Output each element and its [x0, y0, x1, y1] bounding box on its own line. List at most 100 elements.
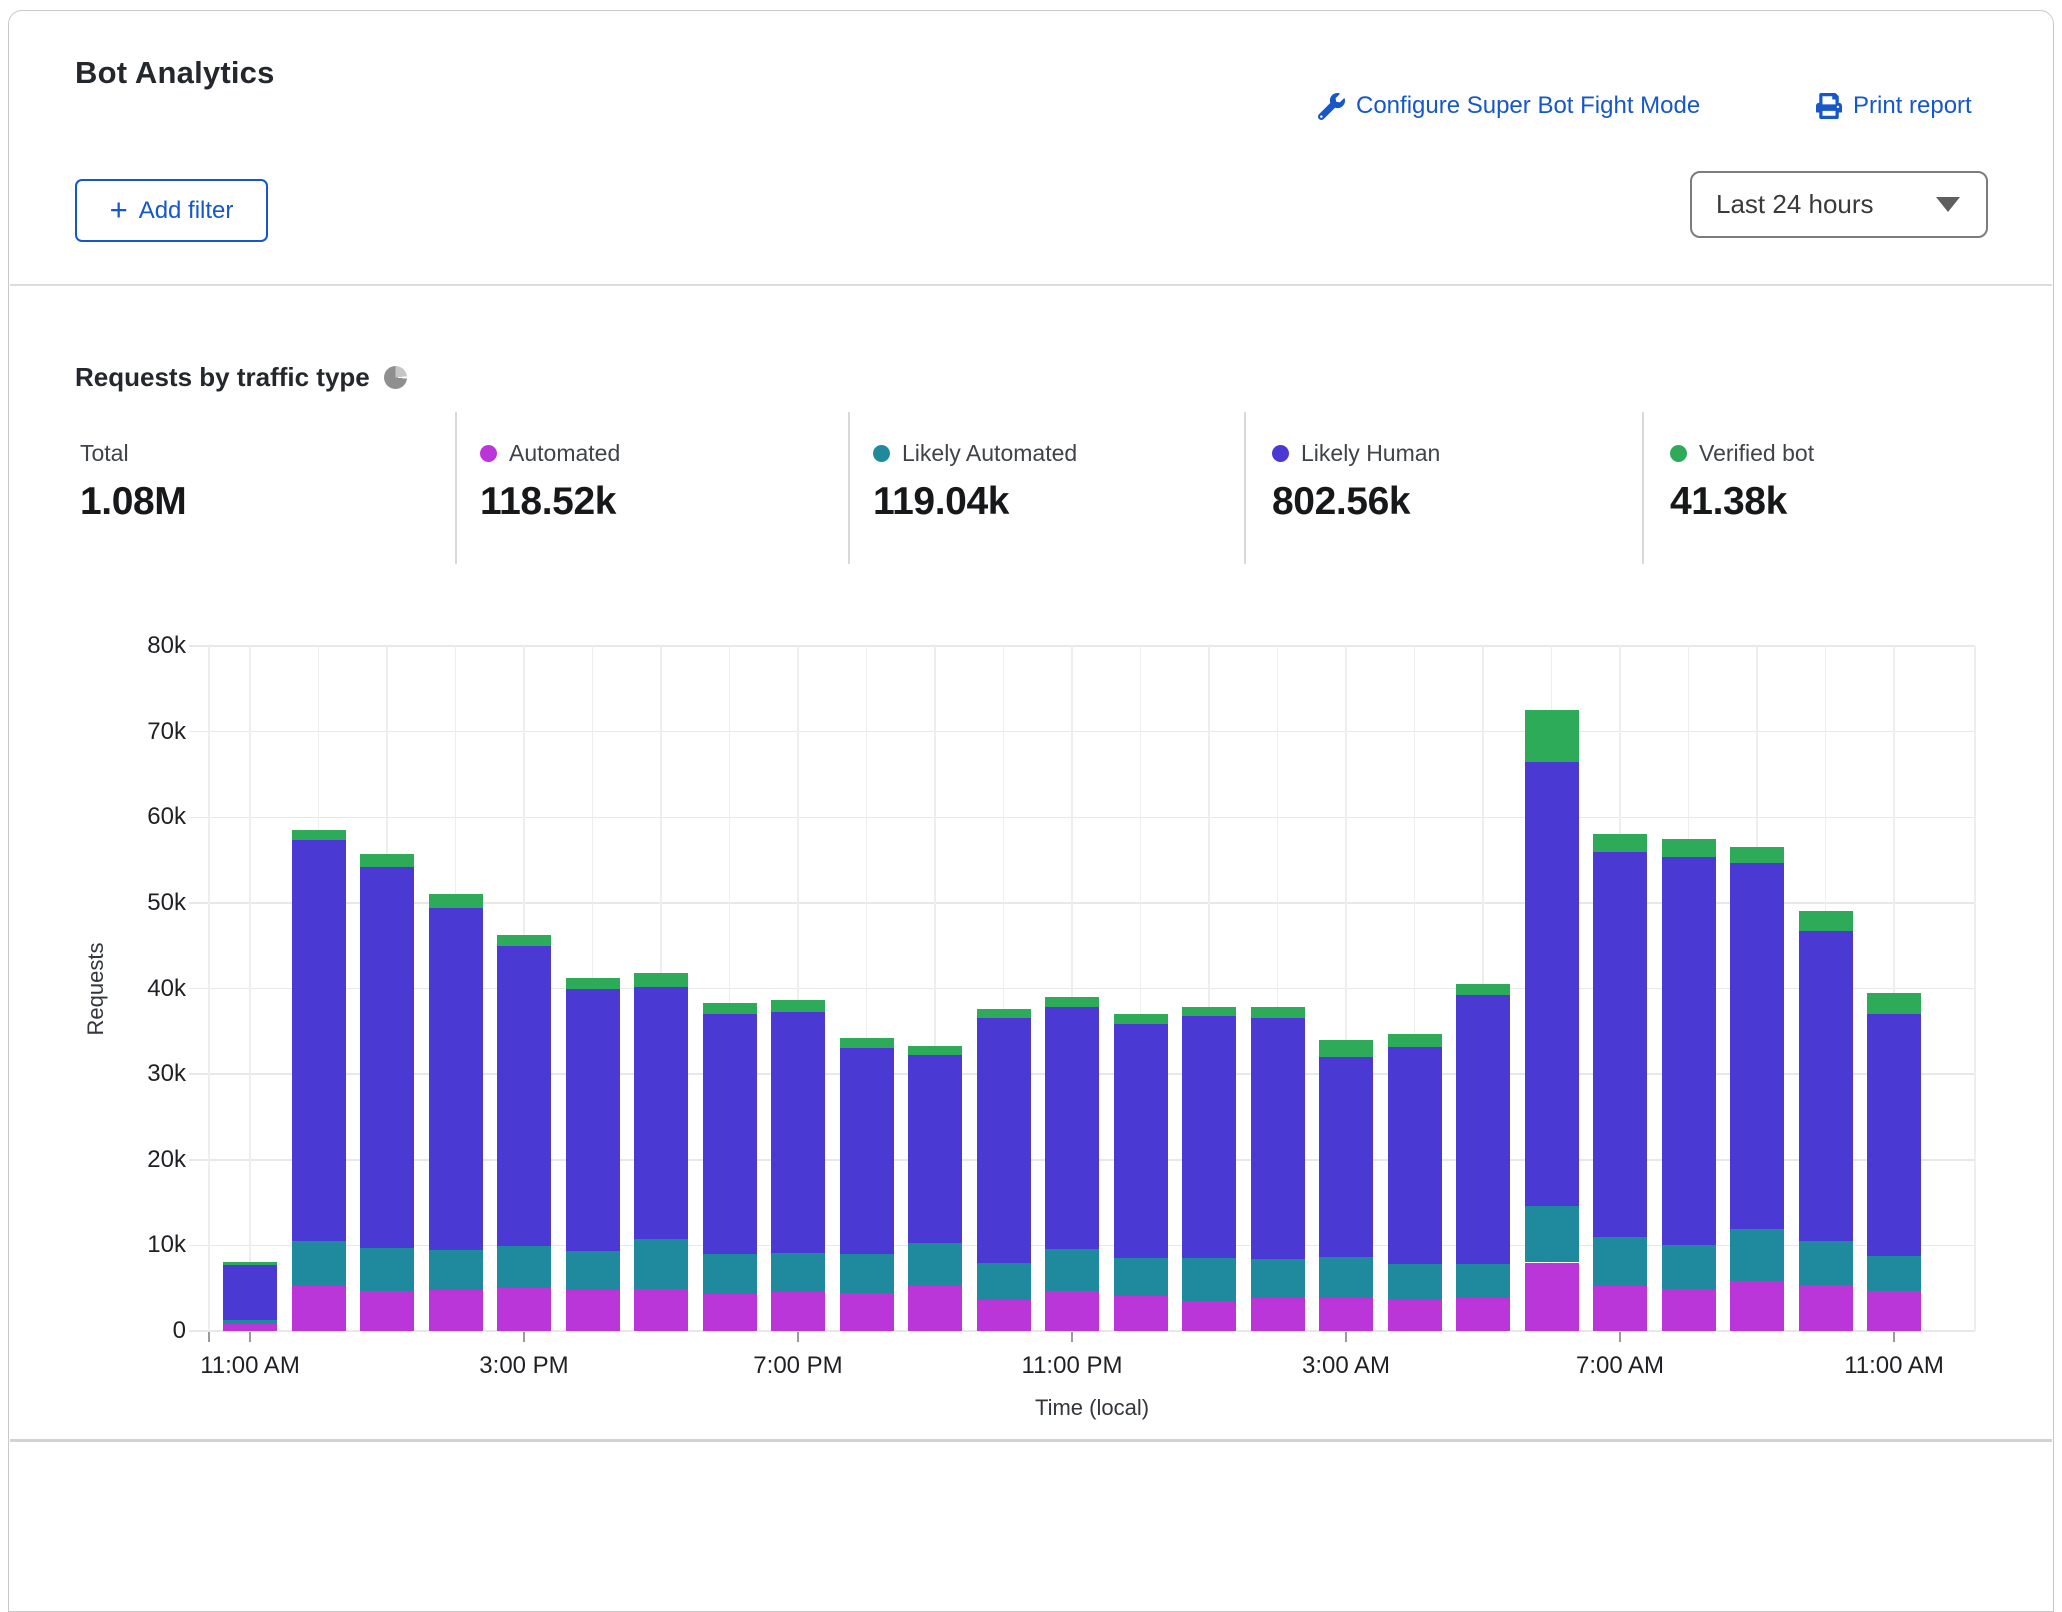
- verified-bot-bar-segment[interactable]: [223, 1262, 277, 1265]
- automated-bar-segment[interactable]: [1319, 1298, 1373, 1331]
- likely-human-bar-segment[interactable]: [1045, 1007, 1099, 1248]
- verified-bot-bar-segment[interactable]: [497, 935, 551, 946]
- likely-automated-bar-segment[interactable]: [1251, 1259, 1305, 1298]
- verified-bot-bar-segment[interactable]: [1388, 1034, 1442, 1047]
- likely-automated-bar-segment[interactable]: [1456, 1264, 1510, 1298]
- print-report-link[interactable]: Print report: [1816, 92, 1972, 120]
- likely-automated-bar-segment[interactable]: [1319, 1257, 1373, 1297]
- verified-bot-bar-segment[interactable]: [977, 1009, 1031, 1018]
- likely-human-bar-segment[interactable]: [1182, 1016, 1236, 1258]
- automated-bar-segment[interactable]: [1525, 1263, 1579, 1332]
- likely-automated-bar-segment[interactable]: [771, 1253, 825, 1292]
- likely-human-bar-segment[interactable]: [1662, 857, 1716, 1245]
- likely-human-bar-segment[interactable]: [1867, 1014, 1921, 1255]
- likely-automated-bar-segment[interactable]: [1525, 1206, 1579, 1263]
- verified-bot-bar-segment[interactable]: [1319, 1040, 1373, 1057]
- likely-human-bar-segment[interactable]: [1799, 931, 1853, 1241]
- likely-human-bar-segment[interactable]: [1593, 852, 1647, 1237]
- likely-automated-bar-segment[interactable]: [292, 1241, 346, 1286]
- likely-automated-bar-segment[interactable]: [1730, 1229, 1784, 1281]
- verified-bot-bar-segment[interactable]: [292, 830, 346, 840]
- likely-human-bar-segment[interactable]: [1456, 995, 1510, 1264]
- verified-bot-bar-segment[interactable]: [1251, 1007, 1305, 1017]
- automated-bar-segment[interactable]: [1182, 1301, 1236, 1331]
- likely-automated-bar-segment[interactable]: [1388, 1264, 1442, 1300]
- verified-bot-bar-segment[interactable]: [1045, 997, 1099, 1007]
- automated-bar-segment[interactable]: [1456, 1298, 1510, 1331]
- automated-bar-segment[interactable]: [1799, 1285, 1853, 1331]
- likely-human-bar-segment[interactable]: [1525, 762, 1579, 1206]
- likely-human-bar-segment[interactable]: [1114, 1024, 1168, 1258]
- likely-automated-bar-segment[interactable]: [840, 1254, 894, 1293]
- verified-bot-bar-segment[interactable]: [429, 894, 483, 908]
- likely-automated-bar-segment[interactable]: [429, 1250, 483, 1290]
- likely-automated-bar-segment[interactable]: [1593, 1237, 1647, 1287]
- automated-bar-segment[interactable]: [223, 1324, 277, 1331]
- verified-bot-bar-segment[interactable]: [1662, 839, 1716, 858]
- likely-human-bar-segment[interactable]: [1319, 1057, 1373, 1257]
- verified-bot-bar-segment[interactable]: [703, 1003, 757, 1014]
- verified-bot-bar-segment[interactable]: [771, 1000, 825, 1011]
- likely-automated-bar-segment[interactable]: [223, 1320, 277, 1324]
- automated-bar-segment[interactable]: [1867, 1291, 1921, 1331]
- likely-human-bar-segment[interactable]: [1730, 863, 1784, 1229]
- verified-bot-bar-segment[interactable]: [908, 1046, 962, 1055]
- likely-human-bar-segment[interactable]: [566, 989, 620, 1250]
- likely-automated-bar-segment[interactable]: [1045, 1249, 1099, 1291]
- likely-human-bar-segment[interactable]: [1251, 1018, 1305, 1259]
- verified-bot-bar-segment[interactable]: [634, 973, 688, 987]
- verified-bot-bar-segment[interactable]: [1182, 1007, 1236, 1016]
- likely-human-bar-segment[interactable]: [292, 840, 346, 1241]
- likely-automated-bar-segment[interactable]: [497, 1246, 551, 1288]
- likely-automated-bar-segment[interactable]: [1867, 1256, 1921, 1291]
- automated-bar-segment[interactable]: [1593, 1286, 1647, 1331]
- verified-bot-bar-segment[interactable]: [1593, 834, 1647, 851]
- automated-bar-segment[interactable]: [703, 1294, 757, 1331]
- likely-automated-bar-segment[interactable]: [566, 1251, 620, 1290]
- automated-bar-segment[interactable]: [1730, 1281, 1784, 1331]
- automated-bar-segment[interactable]: [429, 1290, 483, 1331]
- likely-human-bar-segment[interactable]: [497, 946, 551, 1247]
- likely-human-bar-segment[interactable]: [977, 1018, 1031, 1262]
- automated-bar-segment[interactable]: [1045, 1291, 1099, 1331]
- automated-bar-segment[interactable]: [292, 1286, 346, 1331]
- automated-bar-segment[interactable]: [634, 1289, 688, 1331]
- automated-bar-segment[interactable]: [908, 1286, 962, 1331]
- time-range-select[interactable]: Last 24 hours: [1690, 171, 1988, 238]
- verified-bot-bar-segment[interactable]: [1114, 1014, 1168, 1024]
- automated-bar-segment[interactable]: [1114, 1296, 1168, 1331]
- verified-bot-bar-segment[interactable]: [840, 1038, 894, 1048]
- automated-bar-segment[interactable]: [840, 1293, 894, 1331]
- verified-bot-bar-segment[interactable]: [1867, 993, 1921, 1014]
- automated-bar-segment[interactable]: [360, 1291, 414, 1331]
- likely-human-bar-segment[interactable]: [1388, 1047, 1442, 1264]
- likely-human-bar-segment[interactable]: [429, 908, 483, 1250]
- likely-automated-bar-segment[interactable]: [1662, 1245, 1716, 1289]
- likely-human-bar-segment[interactable]: [223, 1265, 277, 1320]
- likely-human-bar-segment[interactable]: [840, 1048, 894, 1254]
- likely-human-bar-segment[interactable]: [634, 987, 688, 1240]
- verified-bot-bar-segment[interactable]: [1456, 984, 1510, 995]
- automated-bar-segment[interactable]: [771, 1292, 825, 1331]
- likely-human-bar-segment[interactable]: [703, 1014, 757, 1254]
- configure-super-bot-fight-mode-link[interactable]: Configure Super Bot Fight Mode: [1318, 92, 1700, 120]
- verified-bot-bar-segment[interactable]: [566, 978, 620, 989]
- automated-bar-segment[interactable]: [977, 1300, 1031, 1331]
- likely-human-bar-segment[interactable]: [771, 1012, 825, 1253]
- automated-bar-segment[interactable]: [1251, 1298, 1305, 1331]
- likely-automated-bar-segment[interactable]: [634, 1239, 688, 1289]
- likely-automated-bar-segment[interactable]: [360, 1248, 414, 1291]
- likely-human-bar-segment[interactable]: [360, 867, 414, 1248]
- add-filter-button[interactable]: + Add filter: [75, 179, 268, 242]
- automated-bar-segment[interactable]: [1388, 1300, 1442, 1331]
- automated-bar-segment[interactable]: [497, 1288, 551, 1331]
- verified-bot-bar-segment[interactable]: [1799, 911, 1853, 931]
- likely-automated-bar-segment[interactable]: [1182, 1258, 1236, 1301]
- likely-automated-bar-segment[interactable]: [977, 1263, 1031, 1301]
- verified-bot-bar-segment[interactable]: [1525, 710, 1579, 761]
- verified-bot-bar-segment[interactable]: [360, 854, 414, 867]
- likely-automated-bar-segment[interactable]: [1114, 1258, 1168, 1296]
- likely-automated-bar-segment[interactable]: [1799, 1241, 1853, 1285]
- automated-bar-segment[interactable]: [566, 1290, 620, 1331]
- automated-bar-segment[interactable]: [1662, 1289, 1716, 1331]
